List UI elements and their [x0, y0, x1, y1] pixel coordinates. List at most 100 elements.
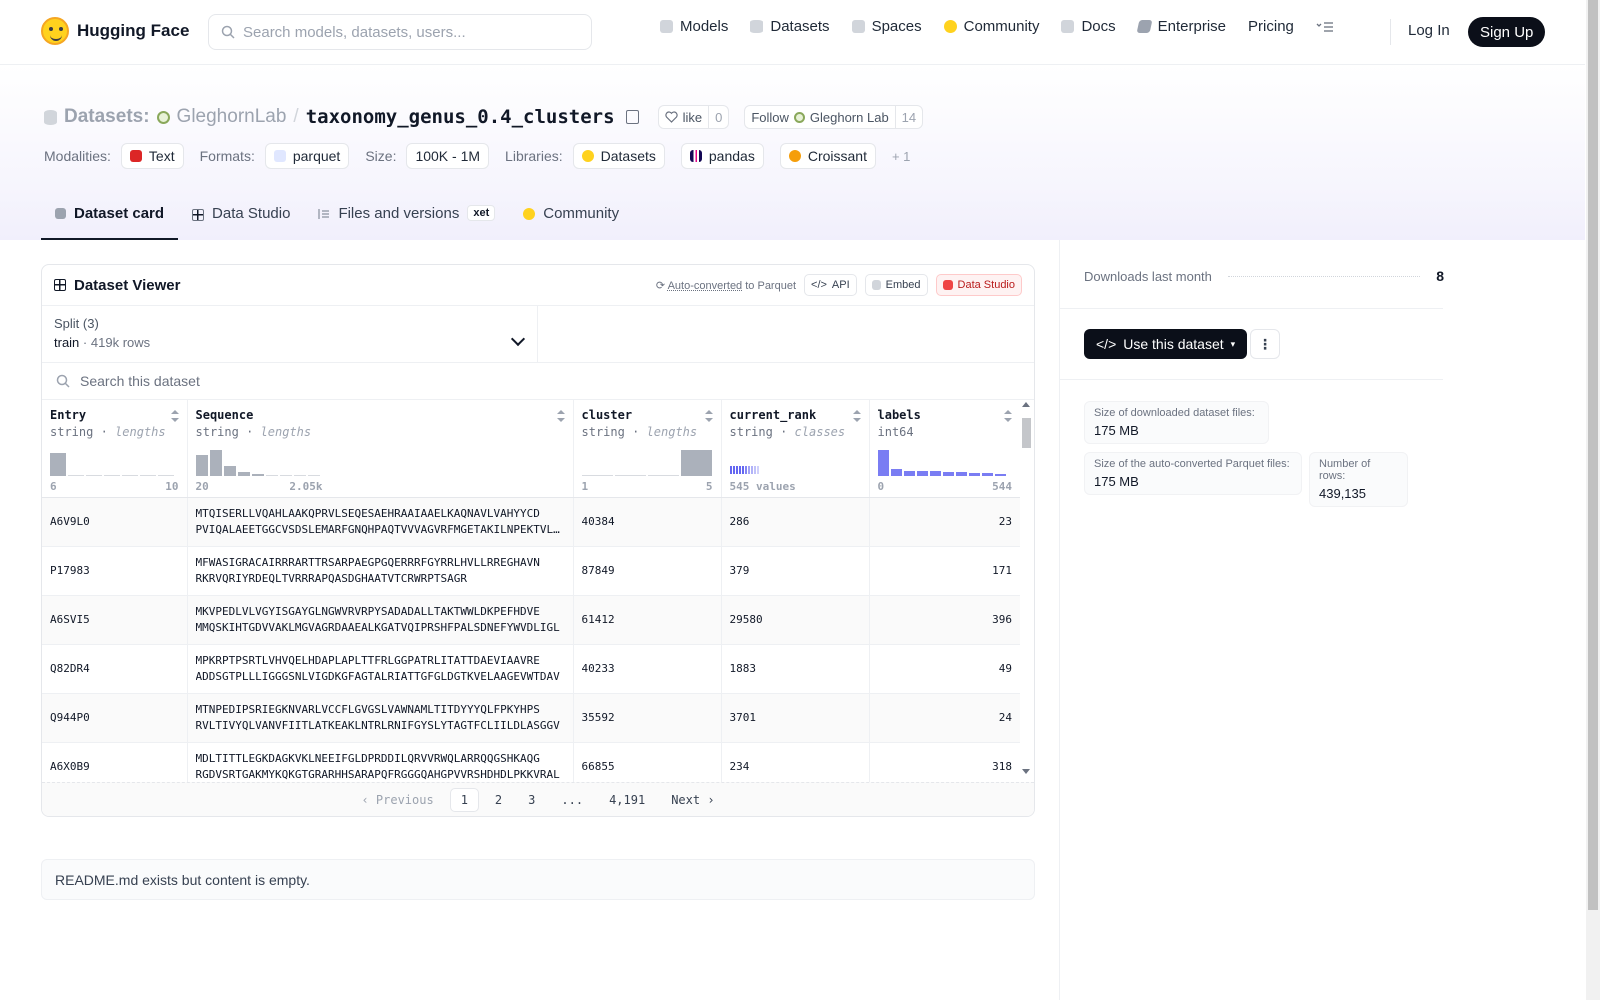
tab-dataset-card[interactable]: Dataset card: [41, 205, 179, 240]
more-libraries[interactable]: + 1: [892, 149, 910, 164]
table-row[interactable]: P17983 MFWASIGRACAIRRRARTTRSARPAEGPGQERRR…: [42, 546, 1020, 596]
tag-format-parquet[interactable]: parquet: [264, 143, 350, 169]
nav-spaces[interactable]: Spaces: [851, 18, 922, 35]
histogram-bar[interactable]: [195, 455, 208, 476]
cell-sequence[interactable]: MTQISERLLVQAHLAAKQPRVLSEQESAEHRAAIAAELKA…: [187, 497, 574, 547]
nav-models[interactable]: Models: [660, 18, 728, 35]
histogram-bar[interactable]: [209, 450, 222, 476]
nav-enterprise[interactable]: Enterprise: [1136, 18, 1226, 35]
histogram-bar[interactable]: [877, 450, 889, 476]
copy-icon[interactable]: [625, 110, 639, 124]
column-header-labels[interactable]: labels int64 0 544: [869, 400, 1020, 498]
histogram-bar[interactable]: [955, 472, 967, 476]
cell-labels[interactable]: 24: [869, 693, 1020, 743]
cell-entry[interactable]: A6SVI5: [42, 595, 188, 645]
page-scrollbar-thumb[interactable]: [1588, 0, 1598, 910]
histogram-bar[interactable]: [916, 471, 928, 476]
cell-cluster[interactable]: 87849: [573, 546, 722, 596]
cell-labels[interactable]: 396: [869, 595, 1020, 645]
histogram-bar[interactable]: [903, 471, 915, 476]
sort-icon[interactable]: [556, 410, 565, 422]
breadcrumb-org[interactable]: GleghornLab: [177, 106, 287, 128]
dataset-search-input[interactable]: [80, 373, 480, 389]
sort-icon[interactable]: [1004, 410, 1012, 422]
table-row[interactable]: Q82DR4 MPKRPTPSRTLVHVQELHDAPLAPLTTFRLGGPA…: [42, 644, 1020, 694]
cell-labels[interactable]: 49: [869, 644, 1020, 694]
auto-converted-link[interactable]: Auto-converted: [668, 280, 743, 292]
scroll-up-icon[interactable]: [1022, 402, 1030, 407]
cell-cluster[interactable]: 35592: [573, 693, 722, 743]
nav-more[interactable]: [1316, 21, 1334, 33]
global-search[interactable]: [208, 14, 592, 50]
histogram-bar[interactable]: [307, 475, 320, 476]
histogram-bar[interactable]: [968, 473, 980, 476]
next-page-button[interactable]: Next ›: [661, 789, 724, 811]
cell-cluster[interactable]: 61412: [573, 595, 722, 645]
page-3-button[interactable]: 3: [518, 789, 545, 811]
brand-logo[interactable]: Hugging Face: [41, 17, 189, 45]
login-link[interactable]: Log In: [1408, 22, 1450, 39]
table-row[interactable]: Q944P0 MTNPEDIPSRIEGKNVARLVCCFLGVGSLVAWNA…: [42, 693, 1020, 743]
more-options-button[interactable]: ⋮: [1250, 329, 1280, 359]
histogram-bar[interactable]: [293, 475, 306, 476]
column-header-cluster[interactable]: cluster string · lengths 15: [573, 400, 722, 498]
cell-current-rank[interactable]: 29580: [721, 595, 870, 645]
histogram-bar[interactable]: [265, 475, 278, 476]
tag-library-datasets[interactable]: Datasets: [572, 143, 665, 169]
cell-current-rank[interactable]: 379: [721, 546, 870, 596]
cell-labels[interactable]: 171: [869, 546, 1020, 596]
histogram-bar[interactable]: [942, 472, 954, 476]
data-studio-button[interactable]: Data Studio: [935, 274, 1022, 296]
histogram-bar[interactable]: [140, 475, 156, 476]
histogram-bar[interactable]: [223, 466, 236, 476]
cell-current-rank[interactable]: 3701: [721, 693, 870, 743]
histogram-bar[interactable]: [981, 473, 993, 476]
dataset-search[interactable]: [42, 363, 1034, 400]
cell-entry[interactable]: P17983: [42, 546, 188, 596]
cell-current-rank[interactable]: 1883: [721, 644, 870, 694]
nav-community[interactable]: Community: [943, 18, 1039, 35]
histogram-bar[interactable]: [104, 475, 120, 476]
tag-library-croissant[interactable]: Croissant: [779, 143, 876, 169]
api-button[interactable]: </> API: [804, 274, 857, 296]
cell-sequence[interactable]: MTNPEDIPSRIEGKNVARLVCCFLGVGSLVAWNAMLTITD…: [187, 693, 574, 743]
global-search-input[interactable]: [243, 23, 563, 41]
table-row[interactable]: A6SVI5 MKVPEDLVLVGYISGAYGLNGWVRVRPYSADADA…: [42, 595, 1020, 645]
histogram-bar[interactable]: [158, 475, 174, 476]
column-header-current-rank[interactable]: current_rank string · classes 545 values: [721, 400, 870, 498]
cell-cluster[interactable]: 40384: [573, 497, 722, 547]
cell-labels[interactable]: 23: [869, 497, 1020, 547]
page-scrollbar[interactable]: [1586, 0, 1600, 1000]
tag-size[interactable]: 100K - 1M: [406, 143, 490, 169]
prev-page-button[interactable]: ‹ Previous: [351, 789, 443, 811]
last-page-button[interactable]: 4,191: [599, 789, 655, 811]
embed-button[interactable]: Embed: [864, 274, 928, 296]
histogram-bar[interactable]: [68, 475, 84, 476]
histogram-bar[interactable]: [279, 475, 292, 476]
scroll-down-icon[interactable]: [1022, 769, 1030, 774]
signup-button[interactable]: Sign Up: [1468, 17, 1546, 47]
cell-sequence[interactable]: MFWASIGRACAIRRRARTTRSARPAEGPGQERRRFGYRRL…: [187, 546, 574, 596]
tag-library-pandas[interactable]: pandas: [680, 143, 764, 169]
nav-pricing[interactable]: Pricing: [1248, 18, 1294, 35]
page-1-button[interactable]: 1: [449, 787, 479, 812]
sort-icon[interactable]: [704, 410, 713, 422]
histogram-bar[interactable]: [122, 475, 138, 476]
page-2-button[interactable]: 2: [485, 789, 512, 811]
tab-community[interactable]: Community: [509, 205, 633, 240]
column-header-sequence[interactable]: Sequence string · lengths 20 2.05k: [187, 400, 574, 498]
histogram-bar[interactable]: [994, 474, 1006, 476]
tab-data-studio[interactable]: Data Studio: [178, 205, 304, 240]
tag-modality-text[interactable]: Text: [120, 143, 184, 169]
sort-icon[interactable]: [852, 410, 861, 422]
auto-converted-note[interactable]: ⟳ Auto-converted to Parquet: [656, 279, 796, 292]
cell-sequence[interactable]: MKVPEDLVLVGYISGAYGLNGWVRVRPYSADADALLTAKT…: [187, 595, 574, 645]
table-scrollbar[interactable]: [1021, 402, 1031, 774]
histogram-bar[interactable]: [929, 471, 941, 476]
sort-icon[interactable]: [170, 410, 179, 422]
cell-current-rank[interactable]: 286: [721, 497, 870, 547]
cell-entry[interactable]: A6V9L0: [42, 497, 188, 547]
follow-button[interactable]: Follow Gleghorn Lab 14: [744, 105, 924, 129]
cell-cluster[interactable]: 40233: [573, 644, 722, 694]
like-button[interactable]: like 0: [657, 105, 730, 129]
